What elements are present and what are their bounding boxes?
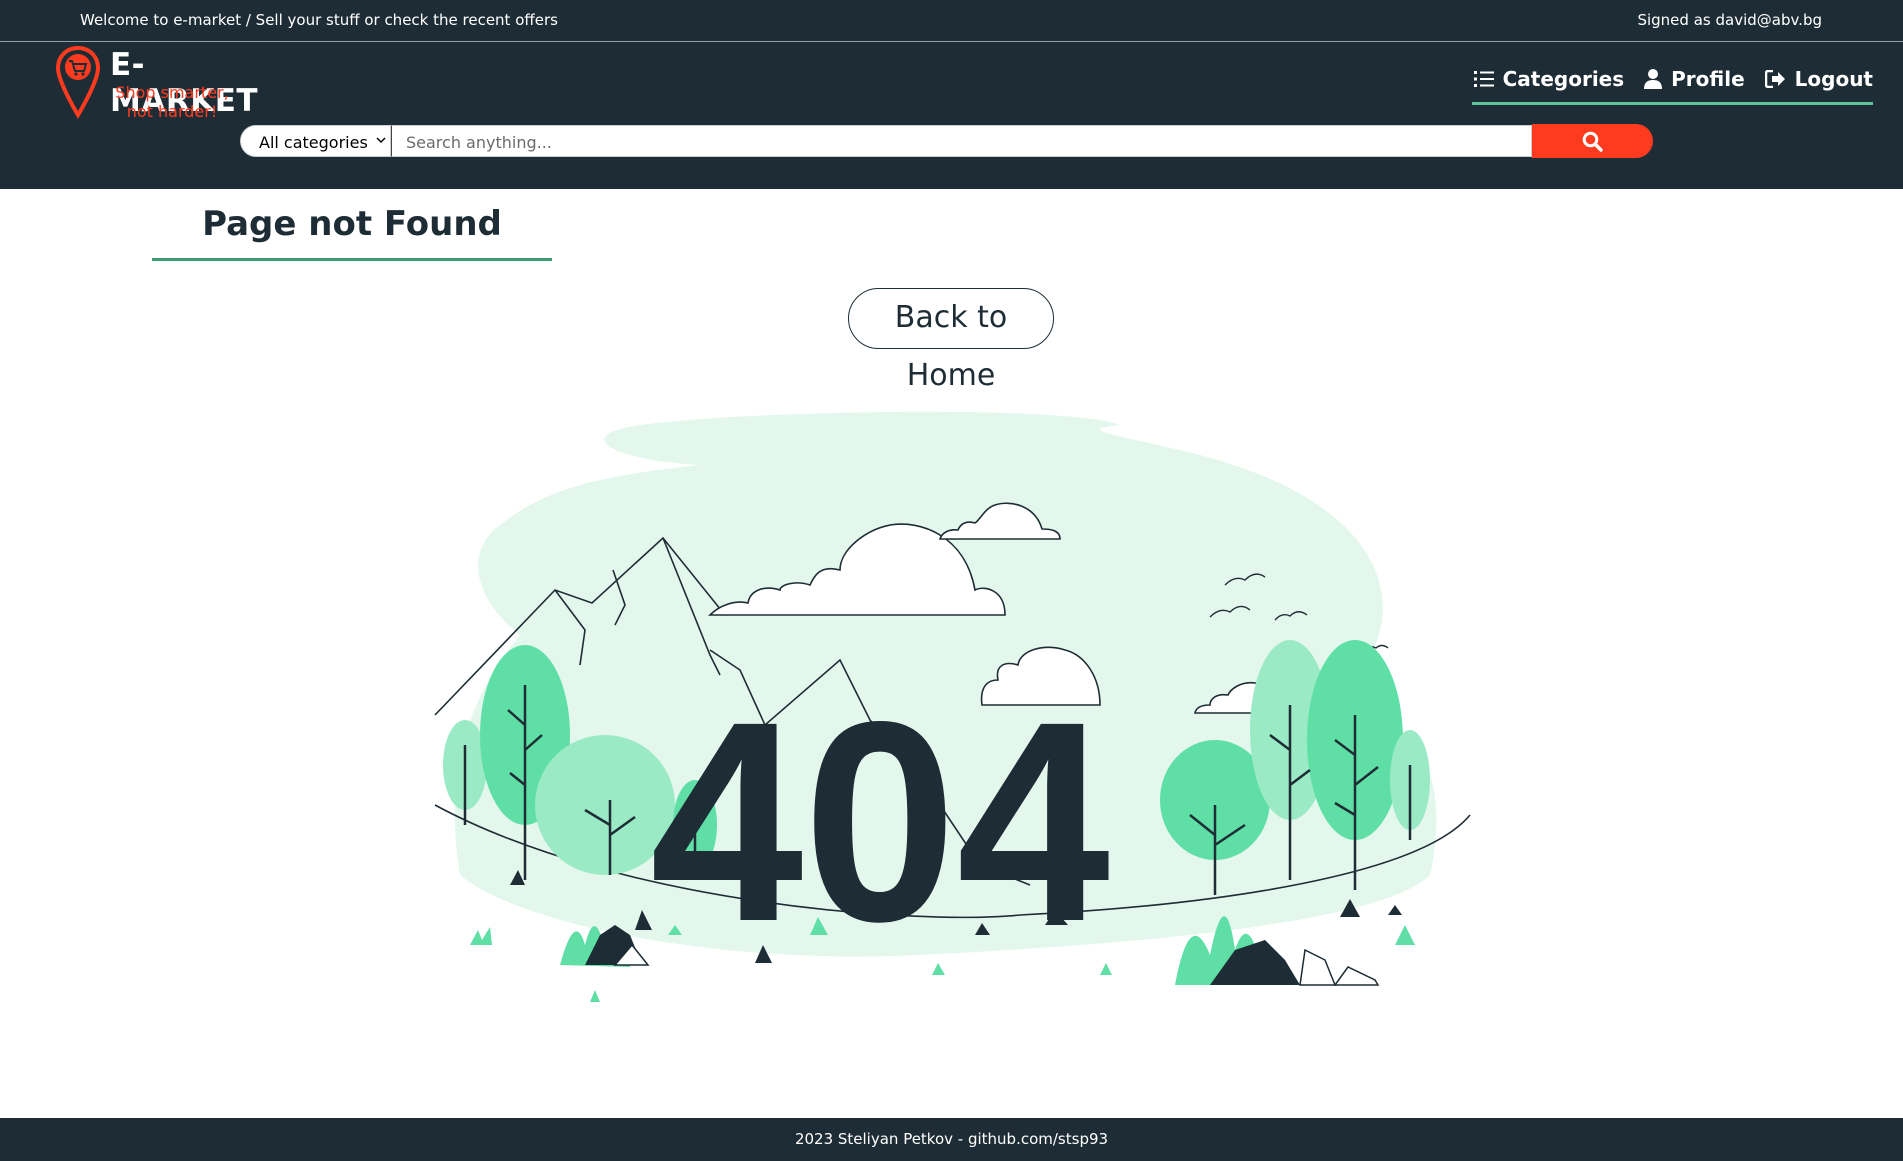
nav-label-logout: Logout	[1794, 67, 1873, 91]
brand-tagline: Shop smarter, not harder!	[115, 83, 229, 121]
chevron-down-icon	[376, 137, 386, 144]
search-button[interactable]	[1532, 124, 1653, 158]
location-pin-cart-icon	[55, 45, 101, 119]
back-to-home-button[interactable]: Back to Home	[848, 288, 1054, 393]
welcome-text: Welcome to e-market / Sell your stuff or…	[80, 11, 558, 29]
category-select[interactable]: All categories	[240, 125, 391, 157]
logo[interactable]: E-MARKET Shop smarter, not harder!	[55, 45, 275, 125]
page-title-text: Page not Found	[202, 204, 502, 244]
footer-text: 2023 Steliyan Petkov - github.com/stsp93	[794, 1130, 1109, 1148]
nav-label-profile: Profile	[1671, 67, 1745, 91]
404-illustration: 404	[434, 411, 1471, 1002]
error-code-404: 404	[650, 663, 1112, 981]
nav-item-profile[interactable]: Profile	[1644, 67, 1745, 91]
nav-item-categories[interactable]: Categories	[1473, 67, 1625, 91]
nav-label-categories: Categories	[1502, 67, 1625, 91]
list-icon	[1473, 71, 1494, 87]
user-icon	[1644, 69, 1663, 89]
page-title: Page not Found	[152, 204, 552, 261]
signed-in-text: Signed as david@abv.bg	[1637, 11, 1822, 29]
main-nav: Categories Profile Logout	[1471, 60, 1873, 105]
search-input[interactable]: Search anything...	[391, 125, 1532, 157]
logout-icon	[1764, 70, 1785, 88]
nav-item-logout[interactable]: Logout	[1764, 67, 1873, 91]
top-bar: Welcome to e-market / Sell your stuff or…	[0, 0, 1903, 42]
category-select-value: All categories	[259, 133, 368, 152]
footer: 2023 Steliyan Petkov - github.com/stsp93	[0, 1118, 1903, 1161]
header: E-MARKET Shop smarter, not harder! Categ…	[0, 42, 1903, 189]
search-bar: All categories Search anything...	[240, 124, 1653, 159]
search-icon	[1582, 131, 1603, 152]
